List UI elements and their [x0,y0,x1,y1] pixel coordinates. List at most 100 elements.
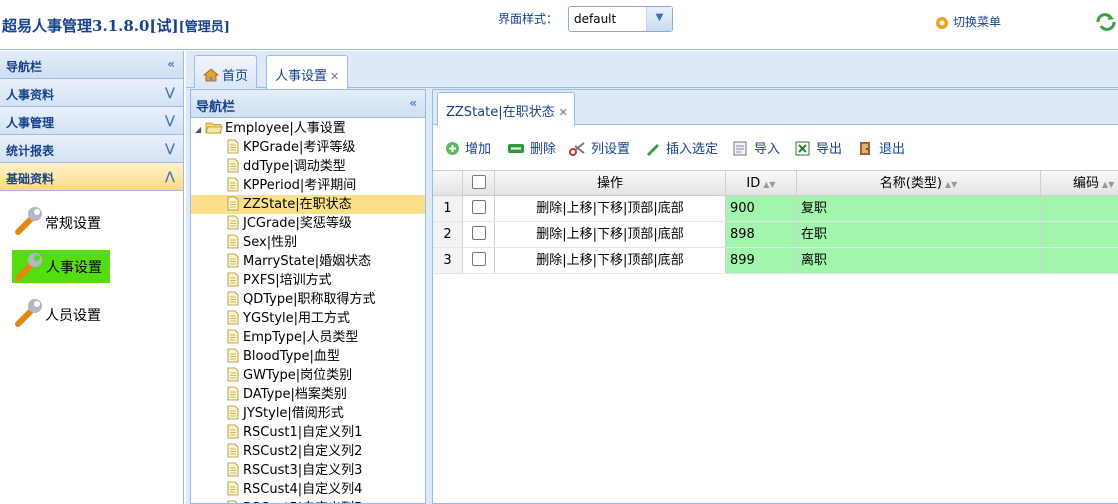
nav-section-reports[interactable]: 统计报表 ⋁ [0,135,183,163]
document-icon [227,500,238,503]
tree-root-label: Employee|人事设置 [225,121,346,136]
tree-node-label: YGStyle|用工方式 [243,311,351,326]
table-row[interactable]: 2 删除|上移|下移|顶部|底部 898 在职 [433,222,1118,248]
tree-node[interactable]: YGStyle|用工方式 [191,309,425,328]
style-select[interactable]: default ▼ [568,6,673,32]
column-header-code[interactable]: 编码 ▲▼ [1041,171,1118,195]
import-button[interactable]: 导入 [733,138,780,157]
nav-header: 导航栏 « [0,51,183,79]
row-actions-links[interactable]: 删除|上移|下移|顶部|底部 [536,201,684,216]
row-number: 2 [443,227,452,242]
table-row[interactable]: 1 删除|上移|下移|顶部|底部 900 复职 [433,196,1118,222]
row-actions-cell[interactable]: 删除|上移|下移|顶部|底部 [495,222,726,247]
tree-node-label: ddType|调动类型 [243,159,346,174]
import-icon [733,141,747,156]
tree-node[interactable]: RSCust2|自定义列2 [191,442,425,461]
collapse-left-icon[interactable]: « [167,57,175,71]
tree-node[interactable]: QDType|职称取得方式 [191,290,425,309]
chevron-double-down-icon: ⋁ [164,113,175,127]
close-icon[interactable]: ✕ [330,70,339,83]
menu-item-staff-settings[interactable]: 人员设置 [0,293,183,339]
add-button[interactable]: 增加 [445,138,491,157]
row-checkbox[interactable] [471,200,486,214]
tree-node[interactable]: BloodType|血型 [191,347,425,366]
row-select-cell [463,222,495,247]
tree-node-label: DAType|档案类别 [243,387,347,402]
tree-node-label: RSCust2|自定义列2 [243,444,363,459]
refresh-icon[interactable] [1094,12,1118,32]
row-number-cell: 3 [433,248,463,273]
export-button[interactable]: 导出 [795,138,842,157]
document-icon [227,291,239,306]
row-actions-cell[interactable]: 删除|上移|下移|顶部|底部 [495,248,726,273]
columns-button[interactable]: 列设置 [569,138,630,157]
nav-section-basic-data[interactable]: 基础资料 ⋀ [0,163,183,191]
column-header-name[interactable]: 名称(类型) ▲▼ [797,171,1041,195]
tree-node[interactable]: JYStyle|借阅形式 [191,404,425,423]
tree-node[interactable]: ddType|调动类型 [191,157,425,176]
sort-icon: ▲▼ [763,180,776,189]
content-pane: ZZState|在职状态 ✕ 增加 删除 列设置 插入选定 导入 导出 退出 操作… [432,89,1118,504]
switch-menu-button[interactable]: 切换菜单 [934,13,1001,31]
tree-pane: 导航栏 « ◢ Employee|人事设置 KPGrade|考评等级 ddType|… [190,89,426,504]
menu-item-personnel-settings[interactable]: 人事设置 [0,247,183,293]
tab-personnel-settings[interactable]: 人事设置 ✕ [266,55,349,89]
export-label: 导出 [816,142,843,157]
style-select-value: default [574,12,617,26]
row-name: 在职 [801,227,828,242]
tree-root-node[interactable]: ◢ Employee|人事设置 [191,119,425,138]
menu-item-label: 常规设置 [45,216,101,232]
collapse-left-icon[interactable]: « [409,96,417,110]
tree-node[interactable]: MarryState|婚姻状态 [191,252,425,271]
tree-node[interactable]: JCGrade|奖惩等级 [191,214,425,233]
tree-node[interactable]: RSCust3|自定义列3 [191,461,425,480]
document-icon [227,329,239,344]
tree-node[interactable]: ZZState|在职状态 [191,195,425,214]
tree-node[interactable]: RSCust1|自定义列1 [191,423,425,442]
add-label: 增加 [465,142,492,157]
row-checkbox[interactable] [471,252,486,266]
expand-triangle-icon[interactable]: ◢ [195,120,205,139]
tree-node[interactable]: GWType|岗位类别 [191,366,425,385]
wrench-icon [15,299,42,327]
row-checkbox[interactable] [471,226,486,240]
tree-node[interactable]: KPGrade|考评等级 [191,138,425,157]
column-header-label: 编码 [1073,176,1100,191]
row-actions-links[interactable]: 删除|上移|下移|顶部|底部 [536,227,684,242]
insert-selected-button[interactable]: 插入选定 [645,138,718,157]
row-actions-cell[interactable]: 删除|上移|下移|顶部|底部 [495,196,726,221]
select-all-checkbox[interactable] [471,175,486,189]
tree-node-label: GWType|岗位类别 [243,368,353,383]
tree-node[interactable]: EmpType|人员类型 [191,328,425,347]
tree-node-label: BloodType|血型 [243,349,340,364]
row-id-cell: 900 [726,196,797,221]
close-icon[interactable]: ✕ [559,106,568,119]
tree-node[interactable]: KPPeriod|考评期间 [191,176,425,195]
style-label: 界面样式： [498,12,559,26]
chevron-down-icon[interactable]: ▼ [646,7,672,31]
tree-node-label: JYStyle|借阅形式 [243,406,344,421]
tree-header-label: 导航栏 [196,100,236,115]
exit-button[interactable]: 退出 [857,138,905,157]
tab-home[interactable]: 首页 [194,55,258,88]
tree-node[interactable]: DAType|档案类别 [191,385,425,404]
nav-section-label: 统计报表 [6,144,55,158]
tab-bar: 首页 人事设置 ✕ [186,51,1118,89]
nav-section-personnel-management[interactable]: 人事管理 ⋁ [0,107,183,135]
tree-node[interactable]: Sex|性别 [191,233,425,252]
tree-node-label: RSCust1|自定义列1 [243,425,363,440]
tree-node[interactable]: PXFS|培训方式 [191,271,425,290]
nav-section-label: 人事管理 [6,116,55,130]
tab-zzstate[interactable]: ZZState|在职状态 ✕ [437,92,575,126]
row-name-cell: 复职 [797,196,1041,221]
menu-item-general-settings[interactable]: 常规设置 [0,201,183,247]
row-actions-links[interactable]: 删除|上移|下移|顶部|底部 [536,253,684,268]
table-row[interactable]: 3 删除|上移|下移|顶部|底部 899 离职 [433,248,1118,274]
column-header-id[interactable]: ID ▲▼ [726,171,797,195]
delete-button[interactable]: 删除 [507,138,556,157]
top-bar: 超易人事管理3.1.8.0[试][管理员] 界面样式： default ▼ 切换… [0,0,1118,50]
column-header-operation[interactable]: 操作 [495,171,726,195]
tree-node[interactable]: RSCust4|自定义列4 [191,480,425,499]
nav-section-personnel-data[interactable]: 人事资料 ⋁ [0,79,183,107]
tree-node[interactable]: RSCust5|自定义列5 [191,499,425,503]
